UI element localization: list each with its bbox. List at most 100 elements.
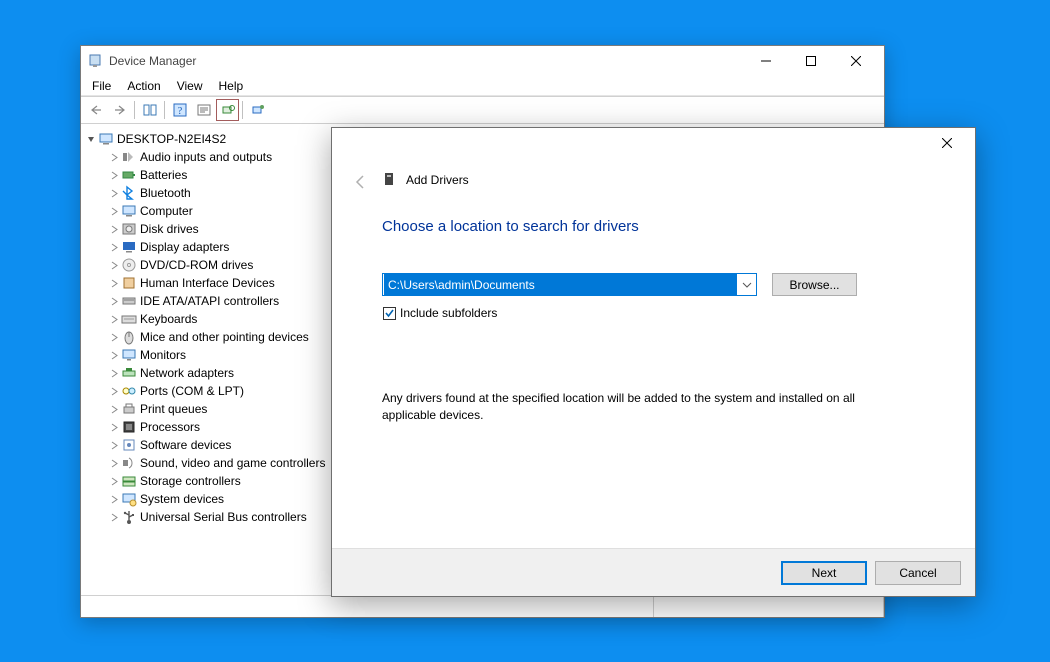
toolbar-separator (134, 101, 135, 119)
dialog-titlebar (332, 128, 975, 158)
instruction-text: Choose a location to search for drivers (382, 218, 925, 235)
ports-icon (121, 383, 137, 399)
caret-right-icon[interactable] (108, 385, 120, 397)
tree-category-label: Batteries (140, 168, 187, 182)
caret-right-icon[interactable] (108, 313, 120, 325)
disk-icon (121, 221, 137, 237)
dvd-icon (121, 257, 137, 273)
battery-icon (121, 167, 137, 183)
caret-right-icon[interactable] (108, 367, 120, 379)
ide-icon (121, 293, 137, 309)
path-value: C:\Users\admin\Documents (384, 274, 737, 295)
caret-right-icon[interactable] (108, 241, 120, 253)
toolbar: ? (81, 96, 884, 124)
tree-category-label: Monitors (140, 348, 186, 362)
caret-right-icon[interactable] (108, 259, 120, 271)
menu-file[interactable]: File (84, 78, 119, 94)
close-button[interactable] (833, 47, 878, 75)
include-subfolders-checkbox[interactable] (383, 307, 396, 320)
tree-category-label: Mice and other pointing devices (140, 330, 309, 344)
titlebar: Device Manager (81, 46, 884, 76)
device-manager-icon (87, 53, 103, 69)
browse-button[interactable]: Browse... (772, 273, 857, 296)
desktop-icon (98, 131, 114, 147)
toolbar-separator (164, 101, 165, 119)
keyboard-icon (121, 311, 137, 327)
tree-category-label: Computer (140, 204, 193, 218)
caret-right-icon[interactable] (108, 439, 120, 451)
caret-right-icon[interactable] (108, 457, 120, 469)
usb-icon (121, 509, 137, 525)
back-arrow-icon[interactable] (352, 173, 370, 191)
statusbar (81, 595, 884, 617)
tree-category-label: Audio inputs and outputs (140, 150, 272, 164)
properties-button[interactable] (192, 99, 215, 121)
system-icon (121, 491, 137, 507)
tree-category-label: Storage controllers (140, 474, 241, 488)
add-drivers-dialog: Add Drivers Choose a location to search … (331, 127, 976, 597)
menu-help[interactable]: Help (211, 78, 252, 94)
chevron-down-icon[interactable] (738, 282, 756, 288)
caret-right-icon[interactable] (108, 403, 120, 415)
tree-category-label: Print queues (140, 402, 207, 416)
caret-right-icon[interactable] (108, 349, 120, 361)
maximize-button[interactable] (788, 47, 833, 75)
path-combobox[interactable]: C:\Users\admin\Documents (382, 273, 757, 296)
audio-icon (121, 149, 137, 165)
bluetooth-icon (121, 185, 137, 201)
add-driver-button[interactable] (246, 99, 269, 121)
back-button[interactable] (84, 99, 107, 121)
mouse-icon (121, 329, 137, 345)
tree-category-label: Processors (140, 420, 200, 434)
caret-right-icon[interactable] (108, 493, 120, 505)
window-title: Device Manager (109, 54, 743, 68)
tree-category-label: Keyboards (140, 312, 197, 326)
softdev-icon (121, 437, 137, 453)
tree-category-label: Universal Serial Bus controllers (140, 510, 307, 524)
show-hide-console-button[interactable] (138, 99, 161, 121)
storage-icon (121, 473, 137, 489)
caret-right-icon[interactable] (108, 223, 120, 235)
cancel-button[interactable]: Cancel (875, 561, 961, 585)
computer-icon (121, 203, 137, 219)
sound-icon (121, 455, 137, 471)
tree-category-label: System devices (140, 492, 224, 506)
menu-view[interactable]: View (169, 78, 211, 94)
menubar: File Action View Help (81, 76, 884, 96)
tree-category-label: DVD/CD-ROM drives (140, 258, 253, 272)
minimize-button[interactable] (743, 47, 788, 75)
display-icon (121, 239, 137, 255)
caret-right-icon[interactable] (108, 421, 120, 433)
dialog-title: Add Drivers (406, 173, 469, 187)
caret-right-icon[interactable] (108, 205, 120, 217)
toolbar-separator (242, 101, 243, 119)
svg-text:?: ? (177, 106, 182, 117)
tree-category-label: Bluetooth (140, 186, 191, 200)
caret-right-icon[interactable] (108, 295, 120, 307)
network-icon (121, 365, 137, 381)
tree-category-label: Ports (COM & LPT) (140, 384, 244, 398)
caret-right-icon[interactable] (108, 511, 120, 523)
caret-right-icon[interactable] (108, 277, 120, 289)
device-icon (382, 172, 396, 188)
tree-category-label: Software devices (140, 438, 231, 452)
tree-category-label: Human Interface Devices (140, 276, 275, 290)
caret-down-icon[interactable] (85, 133, 97, 145)
cpu-icon (121, 419, 137, 435)
dialog-close-button[interactable] (924, 129, 969, 157)
caret-right-icon[interactable] (108, 475, 120, 487)
caret-right-icon[interactable] (108, 187, 120, 199)
next-button[interactable]: Next (781, 561, 867, 585)
menu-action[interactable]: Action (119, 78, 168, 94)
caret-right-icon[interactable] (108, 169, 120, 181)
tree-category-label: IDE ATA/ATAPI controllers (140, 294, 279, 308)
caret-right-icon[interactable] (108, 151, 120, 163)
tree-category-label: Network adapters (140, 366, 234, 380)
help-button[interactable]: ? (168, 99, 191, 121)
tree-root-label: DESKTOP-N2EI4S2 (117, 132, 226, 146)
caret-right-icon[interactable] (108, 331, 120, 343)
tree-category-label: Disk drives (140, 222, 199, 236)
tree-category-label: Sound, video and game controllers (140, 456, 325, 470)
scan-hardware-button[interactable] (216, 99, 239, 121)
forward-button[interactable] (108, 99, 131, 121)
